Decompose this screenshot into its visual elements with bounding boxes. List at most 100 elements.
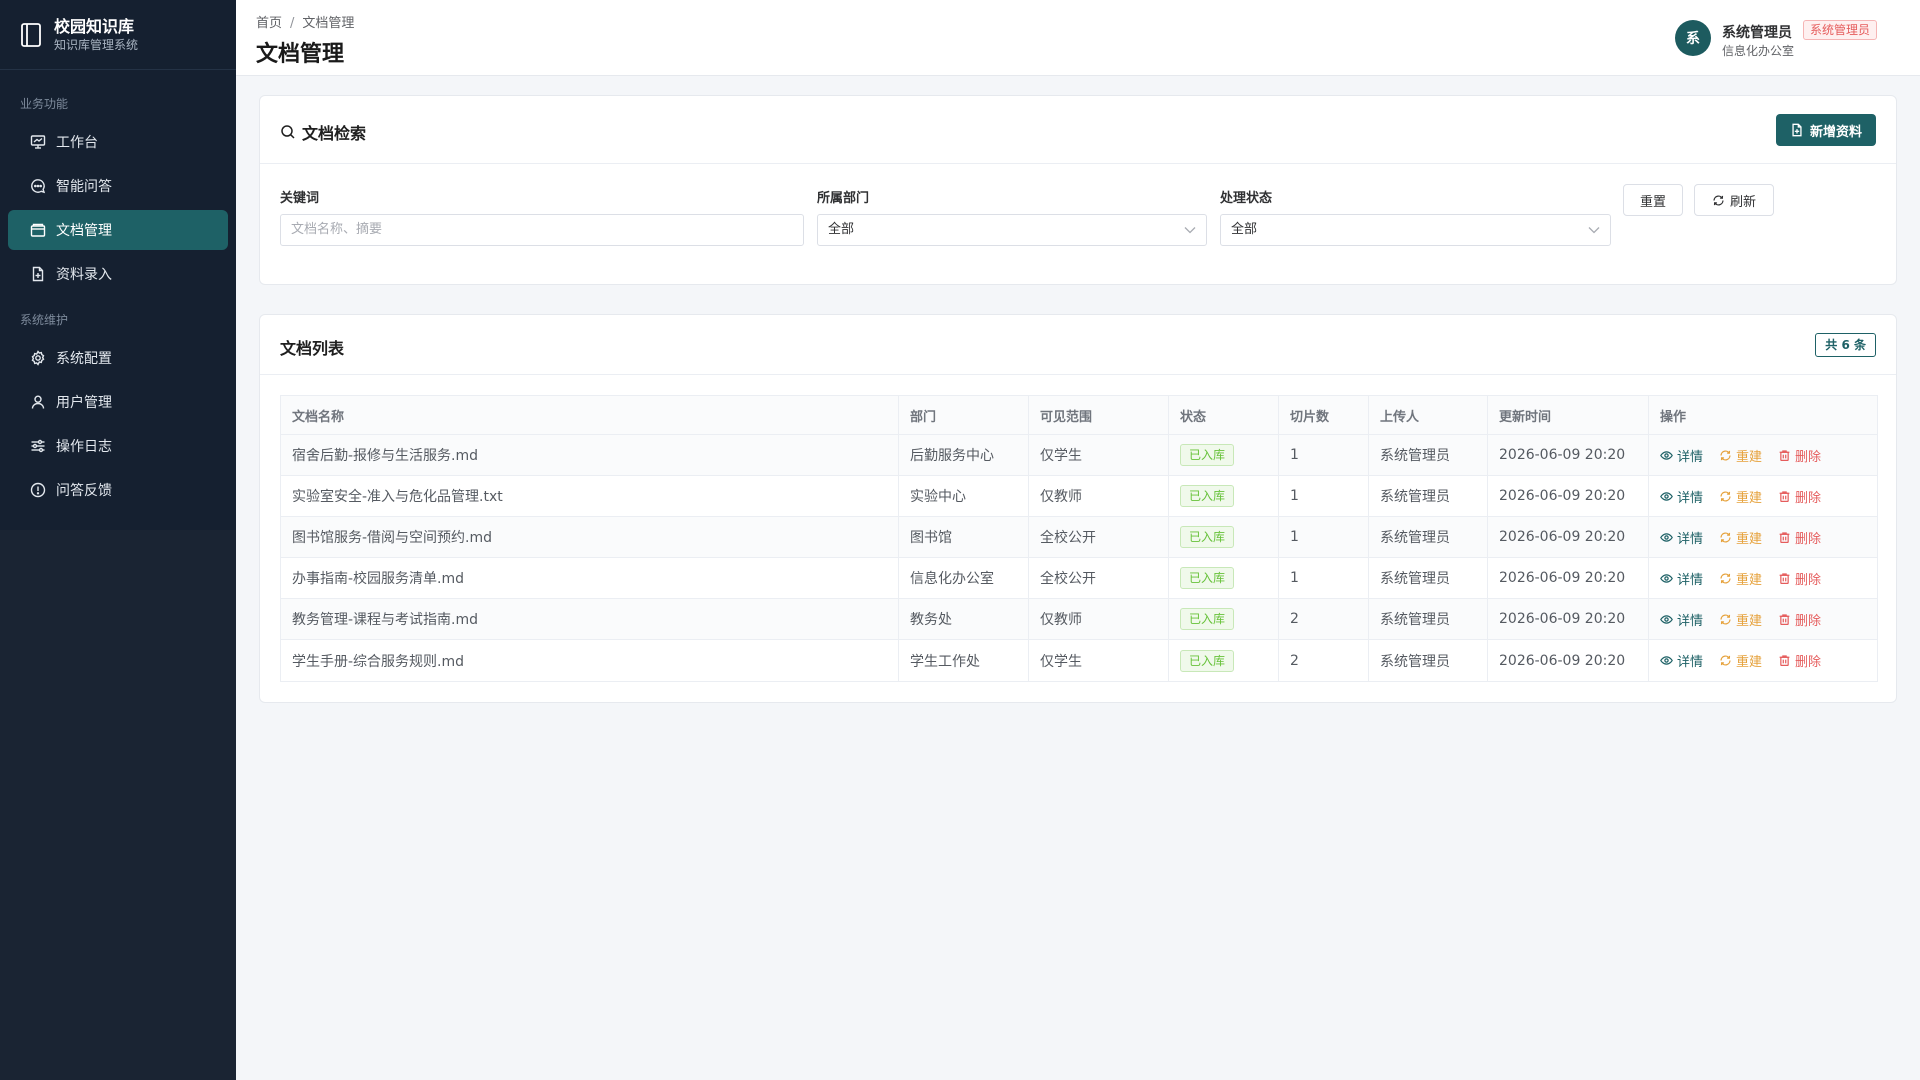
cell-doc-name[interactable]: 实验室安全-准入与危化品管理.txt xyxy=(281,476,899,516)
eye-icon xyxy=(1660,656,1673,665)
delete-button[interactable]: 删除 xyxy=(1778,446,1821,465)
delete-label: 删除 xyxy=(1795,449,1822,465)
rebuild-label: 重建 xyxy=(1736,655,1763,670)
sidebar-item-users[interactable]: 用户管理 xyxy=(8,382,228,422)
cell-actions: 详情 重建 删除 xyxy=(1649,599,1877,639)
view-label: 详情 xyxy=(1677,531,1704,547)
view-button[interactable]: 详情 xyxy=(1660,487,1703,506)
trash-icon xyxy=(1779,613,1790,625)
view-label: 详情 xyxy=(1677,655,1704,670)
sidebar-item-chat[interactable]: 智能问答 xyxy=(8,166,228,206)
rebuild-button[interactable]: 重建 xyxy=(1719,569,1762,588)
table-row[interactable]: 图书馆服务-借阅与空间预约.md 图书馆 全校公开 已入库 1 系统管理员 20… xyxy=(281,517,1877,558)
cell-doc-name[interactable]: 办事指南-校园服务清单.md xyxy=(281,558,899,598)
cell-status: 已入库 xyxy=(1169,640,1279,681)
cell-updated: 2026-06-09 20:20 xyxy=(1488,640,1649,681)
table-row[interactable]: 教务管理-课程与考试指南.md 教务处 仅教师 已入库 2 系统管理员 2026… xyxy=(281,599,1877,640)
trash-icon xyxy=(1779,449,1790,461)
delete-button[interactable]: 删除 xyxy=(1778,528,1821,547)
refresh-icon xyxy=(1720,572,1731,584)
column-header[interactable]: 部门 xyxy=(899,396,1029,434)
top-header: 首页 / 文档管理 文档管理 系 系统管理员 系统管理员 信息化办公室 xyxy=(236,0,1920,76)
department-select[interactable]: 全部 xyxy=(817,214,1207,246)
cell-actions: 详情 重建 删除 xyxy=(1649,558,1877,598)
breadcrumb-home[interactable]: 首页 xyxy=(256,16,282,31)
user-department: 信息化办公室 xyxy=(1722,44,1795,58)
view-button[interactable]: 详情 xyxy=(1660,651,1703,670)
cell-doc-name[interactable]: 教务管理-课程与考试指南.md xyxy=(281,599,899,639)
cell-department: 后勤服务中心 xyxy=(899,435,1029,475)
rebuild-button[interactable]: 重建 xyxy=(1719,651,1762,670)
sidebar-item-system-config[interactable]: 系统配置 xyxy=(8,338,228,378)
file-add-icon xyxy=(1792,123,1802,137)
cell-scope: 仅学生 xyxy=(1029,435,1169,475)
rebuild-button[interactable]: 重建 xyxy=(1719,487,1762,506)
sidebar-item-label: 问答反馈 xyxy=(56,483,112,499)
keyword-input[interactable]: 文档名称、摘要 xyxy=(280,214,804,246)
brand-title: 校园知识库 xyxy=(54,16,135,36)
view-label: 详情 xyxy=(1677,613,1704,629)
delete-label: 删除 xyxy=(1795,490,1822,506)
sidebar-item-operation-log[interactable]: 操作日志 xyxy=(8,426,228,466)
add-document-button[interactable]: 新增资料 xyxy=(1775,114,1876,146)
cell-status: 已入库 xyxy=(1169,476,1279,516)
refresh-icon xyxy=(1713,194,1724,206)
sidebar-item-data-entry[interactable]: 资料录入 xyxy=(8,254,228,294)
delete-button[interactable]: 删除 xyxy=(1778,610,1821,629)
cell-chunks: 2 xyxy=(1279,640,1369,681)
cell-chunks: 1 xyxy=(1279,558,1369,598)
cell-doc-name[interactable]: 宿舍后勤-报修与生活服务.md xyxy=(281,435,899,475)
delete-button[interactable]: 删除 xyxy=(1778,569,1821,588)
gear-icon xyxy=(30,350,46,366)
column-header[interactable]: 更新时间 xyxy=(1488,396,1649,434)
status-select[interactable]: 全部 xyxy=(1220,214,1611,246)
folder-icon xyxy=(30,222,46,238)
view-button[interactable]: 详情 xyxy=(1660,569,1703,588)
search-icon xyxy=(281,125,295,139)
column-header[interactable]: 可见范围 xyxy=(1029,396,1169,434)
cell-chunks: 2 xyxy=(1279,599,1369,639)
table-row[interactable]: 实验室安全-准入与危化品管理.txt 实验中心 仅教师 已入库 1 系统管理员 … xyxy=(281,476,1877,517)
delete-button[interactable]: 删除 xyxy=(1778,487,1821,506)
cell-uploader: 系统管理员 xyxy=(1369,640,1488,681)
status-badge: 已入库 xyxy=(1180,608,1235,630)
rebuild-button[interactable]: 重建 xyxy=(1719,610,1762,629)
reset-button[interactable]: 重置 xyxy=(1623,184,1683,216)
sidebar-item-documents[interactable]: 文档管理 xyxy=(8,210,228,250)
department-select-value: 全部 xyxy=(828,222,855,237)
view-button[interactable]: 详情 xyxy=(1660,610,1703,629)
trash-icon xyxy=(1779,572,1790,584)
avatar[interactable]: 系 xyxy=(1675,20,1711,56)
cell-doc-name[interactable]: 学生手册-综合服务规则.md xyxy=(281,640,899,681)
sidebar-item-feedback[interactable]: 问答反馈 xyxy=(8,470,228,510)
table-row[interactable]: 宿舍后勤-报修与生活服务.md 后勤服务中心 仅学生 已入库 1 系统管理员 2… xyxy=(281,435,1877,476)
cell-uploader: 系统管理员 xyxy=(1369,599,1488,639)
cell-department: 学生工作处 xyxy=(899,640,1029,681)
table-row[interactable]: 学生手册-综合服务规则.md 学生工作处 仅学生 已入库 2 系统管理员 202… xyxy=(281,640,1877,681)
view-button[interactable]: 详情 xyxy=(1660,528,1703,547)
refresh-label: 刷新 xyxy=(1729,194,1756,210)
rebuild-button[interactable]: 重建 xyxy=(1719,528,1762,547)
column-header[interactable]: 文档名称 xyxy=(281,396,899,434)
delete-button[interactable]: 删除 xyxy=(1778,651,1821,670)
status-badge: 已入库 xyxy=(1180,649,1235,672)
rebuild-button[interactable]: 重建 xyxy=(1719,446,1762,465)
cell-doc-name[interactable]: 图书馆服务-借阅与空间预约.md xyxy=(281,517,899,557)
search-card-header: 文档检索 新增资料 xyxy=(260,96,1896,164)
rebuild-label: 重建 xyxy=(1736,531,1763,547)
sidebar-item-dashboard[interactable]: 工作台 xyxy=(8,122,228,162)
dashboard-icon xyxy=(30,134,46,150)
refresh-button[interactable]: 刷新 xyxy=(1694,184,1774,216)
view-button[interactable]: 详情 xyxy=(1660,446,1703,465)
department-label: 所属部门 xyxy=(817,191,870,206)
status-label: 处理状态 xyxy=(1220,191,1273,206)
nav-group-maintenance: 系统维护 xyxy=(20,313,69,327)
search-title-text: 文档检索 xyxy=(302,124,367,143)
table-row[interactable]: 办事指南-校园服务清单.md 信息化办公室 全校公开 已入库 1 系统管理员 2… xyxy=(281,558,1877,599)
user-info[interactable]: 系 系统管理员 系统管理员 信息化办公室 xyxy=(1675,20,1920,60)
column-header[interactable]: 上传人 xyxy=(1369,396,1488,434)
column-header[interactable]: 切片数 xyxy=(1279,396,1369,434)
book-logo-icon xyxy=(21,22,41,47)
cell-uploader: 系统管理员 xyxy=(1369,558,1488,598)
column-header[interactable]: 状态 xyxy=(1169,396,1279,434)
